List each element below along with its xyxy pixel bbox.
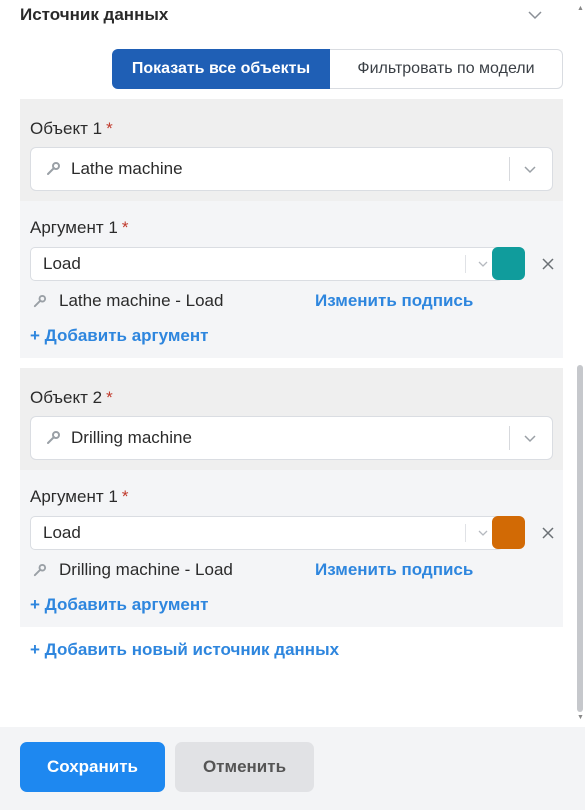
add-argument-link[interactable]: + Добавить аргумент: [30, 595, 208, 615]
argument-label: Аргумент 1 *: [30, 487, 129, 506]
argument-label: Аргумент 1 *: [30, 218, 129, 237]
required-mark: *: [106, 119, 113, 138]
cancel-button[interactable]: Отменить: [175, 742, 314, 792]
scroll-up-icon[interactable]: ▲: [576, 5, 585, 13]
wrench-icon: [33, 563, 47, 576]
select-divider: [465, 255, 466, 273]
rename-label-link[interactable]: Изменить подпись: [315, 291, 473, 311]
add-data-source-link[interactable]: + Добавить новый источник данных: [30, 640, 339, 660]
series-name: Lathe machine - Load: [59, 291, 224, 310]
wrench-icon: [33, 294, 47, 307]
required-mark: *: [121, 218, 129, 237]
object-select[interactable]: Lathe machine: [30, 147, 553, 191]
scrollbar-thumb[interactable]: [577, 365, 583, 712]
select-divider: [509, 157, 510, 181]
required-mark: *: [121, 487, 129, 506]
object-select-value: Drilling machine: [71, 428, 192, 447]
chevron-down-icon[interactable]: [476, 526, 490, 540]
scrollbar[interactable]: ▲ ▼: [576, 0, 585, 726]
object-label: Объект 1 *: [30, 119, 113, 138]
series-name-row: Drilling machine - Load: [32, 560, 233, 580]
wrench-icon: [47, 431, 60, 444]
footer-bar: Сохранить Отменить: [0, 727, 585, 810]
section-title: Источник данных: [20, 5, 169, 24]
scroll-down-icon[interactable]: ▼: [576, 714, 585, 722]
color-swatch[interactable]: [492, 247, 525, 280]
argument-select[interactable]: Load: [30, 247, 503, 281]
argument-select-value: Load: [43, 523, 81, 542]
object-block-2: Объект 2 * Drilling machine: [20, 368, 563, 470]
required-mark: *: [106, 388, 113, 407]
filter-by-model-button[interactable]: Фильтровать по модели: [330, 49, 563, 89]
select-divider: [465, 524, 466, 542]
object-label: Объект 2 *: [30, 388, 113, 407]
chevron-down-icon[interactable]: [476, 257, 490, 271]
object-select[interactable]: Drilling machine: [30, 416, 553, 460]
close-icon[interactable]: [540, 525, 556, 541]
wrench-icon: [47, 162, 60, 175]
close-icon[interactable]: [540, 256, 556, 272]
mode-toggle: Показать все объекты Фильтровать по моде…: [112, 49, 563, 89]
section-header: Источник данных: [20, 0, 550, 30]
rename-label-link[interactable]: Изменить подпись: [315, 560, 473, 580]
object-select-value: Lathe machine: [71, 159, 183, 178]
chevron-down-icon[interactable]: [522, 161, 538, 177]
argument-block-1: Аргумент 1 * Load Lathe machine - Load Из…: [20, 201, 563, 358]
select-divider: [509, 426, 510, 450]
save-button[interactable]: Сохранить: [20, 742, 165, 792]
series-name: Drilling machine - Load: [59, 560, 233, 579]
argument-select-value: Load: [43, 254, 81, 273]
object-block-1: Объект 1 * Lathe machine: [20, 99, 563, 201]
argument-block-2: Аргумент 1 * Load Drilling machine - Load…: [20, 470, 563, 627]
chevron-down-icon[interactable]: [522, 430, 538, 446]
argument-select[interactable]: Load: [30, 516, 503, 550]
chevron-down-icon[interactable]: [526, 6, 544, 24]
series-name-row: Lathe machine - Load: [32, 291, 223, 311]
show-all-objects-button[interactable]: Показать все объекты: [112, 49, 330, 89]
color-swatch[interactable]: [492, 516, 525, 549]
add-argument-link[interactable]: + Добавить аргумент: [30, 326, 208, 346]
